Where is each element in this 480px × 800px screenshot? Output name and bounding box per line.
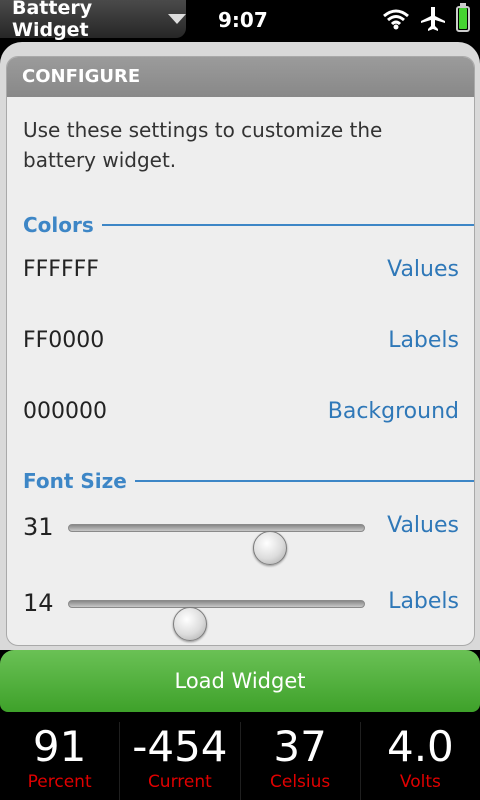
colors-divider: Colors xyxy=(23,213,474,237)
description-text: Use these settings to customize the batt… xyxy=(23,118,383,172)
stat-volts: 4.0 Volts xyxy=(361,722,480,800)
color-background-label: Background xyxy=(327,398,459,424)
font-size-labels-slider-knob[interactable] xyxy=(172,607,207,641)
font-size-values-number: 31 xyxy=(23,513,54,541)
stat-celsius-label: Celsius xyxy=(269,772,331,792)
stat-celsius: 37 Celsius xyxy=(241,722,361,800)
color-labels-field[interactable]: FF0000 xyxy=(23,328,104,353)
main-card: CONFIGURE Use these settings to customiz… xyxy=(0,42,480,650)
app-title: Battery Widget xyxy=(12,0,93,41)
configure-header: CONFIGURE xyxy=(7,57,474,97)
font-size-divider: Font Size xyxy=(23,469,474,493)
color-values-label: Values xyxy=(387,256,459,282)
load-widget-button[interactable]: Load Widget xyxy=(0,650,480,712)
color-background-row[interactable]: 000000 Background xyxy=(23,391,459,431)
font-size-labels-label: Labels xyxy=(388,589,459,614)
status-icons xyxy=(382,3,470,32)
stat-current-value: -454 xyxy=(132,722,228,771)
font-size-values-slider-knob[interactable] xyxy=(252,531,287,565)
stat-current-label: Current xyxy=(147,772,212,792)
stat-percent-value: 91 xyxy=(32,722,87,771)
font-size-labels-number: 14 xyxy=(23,589,54,617)
app-menu-button[interactable]: Battery Widget xyxy=(0,0,186,41)
configure-section: CONFIGURE Use these settings to customiz… xyxy=(6,56,475,646)
font-size-divider-label: Font Size xyxy=(23,469,127,493)
color-background-field[interactable]: 000000 xyxy=(23,399,107,424)
stat-celsius-value: 37 xyxy=(273,722,327,771)
stat-percent: 91 Percent xyxy=(0,722,121,800)
font-size-labels-row: 14 Labels xyxy=(23,581,459,641)
status-bar: Battery Widget 9:07 xyxy=(0,0,480,42)
stat-percent-label: Percent xyxy=(27,772,92,792)
font-size-values-slider[interactable] xyxy=(68,524,365,565)
font-size-values-label: Values xyxy=(387,513,459,538)
stat-volts-label: Volts xyxy=(399,772,441,792)
airplane-icon xyxy=(421,7,445,31)
battery-stats: 91 Percent -454 Current 37 Celsius 4.0 V… xyxy=(0,712,480,800)
color-labels-label: Labels xyxy=(388,327,459,353)
stat-volts-value: 4.0 xyxy=(386,722,454,771)
font-size-values-row: 31 Values xyxy=(23,505,459,565)
stat-current: -454 Current xyxy=(120,722,241,800)
clock: 9:07 xyxy=(218,8,268,32)
font-size-labels-slider[interactable] xyxy=(68,600,365,641)
color-labels-row[interactable]: FF0000 Labels xyxy=(23,320,459,360)
wifi-icon xyxy=(383,9,409,30)
chevron-down-icon xyxy=(168,14,186,24)
color-values-field[interactable]: FFFFFF xyxy=(23,257,99,282)
colors-divider-label: Colors xyxy=(23,213,94,237)
color-values-row[interactable]: FFFFFF Values xyxy=(23,249,459,289)
battery-icon xyxy=(456,3,470,32)
